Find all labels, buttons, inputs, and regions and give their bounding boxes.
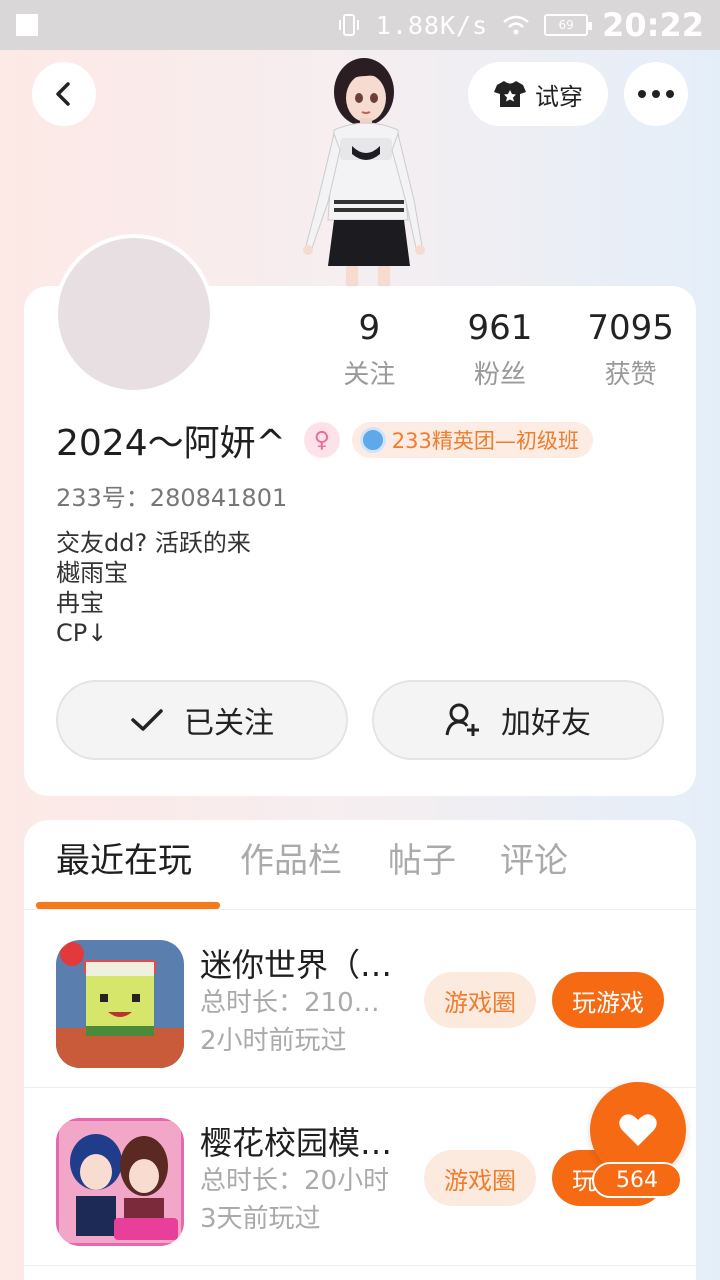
game-icon-sakura-school[interactable] [56, 1118, 184, 1246]
stat-following[interactable]: 9 关注 [304, 306, 435, 391]
user-name: 2024～阿妍^ [56, 423, 286, 464]
battery-icon: 69 [544, 14, 593, 36]
try-on-button[interactable]: 试穿 [468, 62, 608, 126]
tab-recent-playing[interactable]: 最近在玩 [56, 836, 192, 886]
content-card: 最近在玩 作品栏 帖子 评论 迷你世界（… 总时长：210… 2小时前玩过 游戏… [24, 820, 696, 1280]
vibrate-icon [336, 12, 362, 38]
stat-fans-label: 粉丝 [474, 360, 527, 390]
user-id: 233号：280841801 [56, 484, 288, 512]
play-game-button[interactable]: 玩游戏 [552, 972, 664, 1028]
network-speed: 1.88K/s [375, 10, 489, 40]
stat-following-label: 关注 [343, 360, 396, 390]
tshirt-icon [494, 81, 526, 107]
check-icon [131, 709, 163, 731]
tab-bar: 最近在玩 作品栏 帖子 评论 [24, 820, 696, 910]
rank-label: 233精英团—初级班 [391, 429, 579, 453]
battery-level: 69 [558, 18, 574, 32]
active-tab-indicator [36, 902, 220, 909]
chevron-left-icon [56, 82, 70, 106]
add-friend-button[interactable]: 加好友 [372, 680, 664, 760]
like-count: 564 [592, 1162, 682, 1198]
add-user-icon [445, 703, 479, 736]
stat-following-count: 9 [358, 308, 381, 348]
tab-posts[interactable]: 帖子 [388, 836, 456, 886]
game-last-played: 2小时前玩过 [200, 1026, 347, 1056]
add-friend-label: 加好友 [501, 706, 591, 741]
followed-button[interactable]: 已关注 [56, 680, 348, 760]
heart-icon [619, 1114, 657, 1146]
stat-likes-label: 获赞 [604, 360, 657, 390]
stat-fans[interactable]: 961 粉丝 [435, 306, 566, 391]
bio-line: 樾雨宝 [56, 559, 128, 587]
game-row[interactable]: 迷你世界（… 总时长：210… 2小时前玩过 游戏圈 玩游戏 [24, 910, 696, 1088]
female-icon: ♀ [303, 422, 340, 458]
stat-fans-count: 961 [467, 308, 533, 348]
user-bio: 交友dd? 活跃的来 樾雨宝 冉宝 CP↓ [56, 528, 251, 648]
game-icon-mini-world[interactable] [56, 940, 184, 1068]
stat-likes[interactable]: 7095 获赞 [565, 306, 696, 391]
game-circle-button[interactable]: 游戏圈 [424, 972, 536, 1028]
followed-label: 已关注 [184, 706, 274, 741]
wifi-icon [502, 14, 530, 36]
game-title: 迷你世界（… [200, 946, 393, 984]
game-circle-button[interactable]: 游戏圈 [424, 1150, 536, 1206]
rank-badge[interactable]: 233精英团—初级班 [351, 422, 593, 458]
bio-line: CP↓ [56, 619, 108, 647]
tab-comments[interactable]: 评论 [500, 836, 568, 886]
character-avatar[interactable] [282, 50, 442, 286]
profile-stats: 9 关注 961 粉丝 7095 获赞 [304, 306, 696, 391]
notification-icon [16, 14, 38, 36]
try-on-label: 试穿 [535, 82, 583, 111]
game-duration: 总时长：20小时 [200, 1166, 390, 1196]
rank-medal-icon [359, 427, 386, 453]
back-button[interactable] [32, 62, 96, 126]
clock: 20:22 [602, 6, 704, 44]
stat-likes-count: 7095 [587, 308, 674, 348]
game-duration: 总时长：210… [200, 988, 380, 1018]
avatar[interactable] [54, 234, 214, 394]
more-dots-icon [638, 90, 674, 98]
game-last-played: 3天前玩过 [200, 1204, 321, 1234]
name-row: 2024～阿妍^ ♀ 233精英团—初级班 [56, 418, 593, 464]
tab-works[interactable]: 作品栏 [240, 836, 342, 886]
bio-line: 冉宝 [56, 589, 104, 617]
bio-line: 交友dd? 活跃的来 [56, 529, 251, 557]
more-button[interactable] [624, 62, 688, 126]
status-bar: 1.88K/s 69 20:22 [0, 0, 720, 50]
game-title: 樱花校园模… [200, 1124, 393, 1162]
